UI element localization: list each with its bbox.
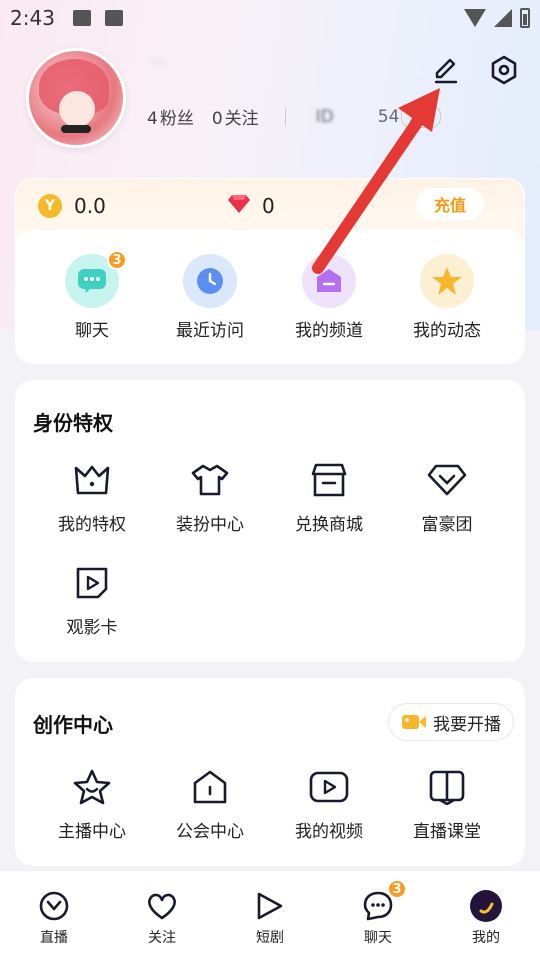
play-card-icon bbox=[70, 561, 114, 605]
creation-label: 主播中心 bbox=[58, 822, 126, 842]
chat-bubble-icon: 3 bbox=[361, 879, 407, 923]
star-icon bbox=[420, 254, 474, 308]
tab-mine[interactable]: 我的 bbox=[451, 889, 521, 947]
creation-guild-center[interactable]: 公会中心 bbox=[155, 765, 265, 842]
house-icon bbox=[188, 765, 232, 809]
coin-icon: Y bbox=[38, 194, 62, 218]
profile-stats: 4 粉丝 0 关注 ID 54 复制 bbox=[147, 104, 442, 129]
privilege-label: 我的特权 bbox=[58, 515, 126, 535]
creation-label: 公会中心 bbox=[176, 822, 244, 842]
wifi-icon bbox=[464, 9, 486, 27]
privilege-movie-card[interactable]: 观影卡 bbox=[37, 561, 147, 638]
quick-action-chat[interactable]: 3 聊天 bbox=[37, 250, 147, 341]
quick-action-my-channel[interactable]: 我的频道 bbox=[274, 254, 384, 341]
user-id-blurred: ID bbox=[315, 106, 334, 127]
quick-action-label: 聊天 bbox=[75, 321, 109, 341]
creation-title: 创作中心 bbox=[33, 713, 113, 737]
heart-icon bbox=[145, 889, 179, 923]
fans-count: 4 bbox=[147, 109, 158, 129]
diamond-icon bbox=[228, 194, 250, 218]
quick-action-label: 我的频道 bbox=[295, 321, 363, 341]
privilege-label: 装扮中心 bbox=[176, 515, 244, 535]
quick-action-recent-visits[interactable]: 最近访问 bbox=[155, 254, 265, 341]
username-blurred: ··· bbox=[150, 52, 166, 71]
privilege-my-privileges[interactable]: 我的特权 bbox=[37, 458, 147, 535]
shirt-icon bbox=[188, 458, 232, 502]
copy-id-button[interactable]: 复制 bbox=[401, 105, 442, 128]
tab-live[interactable]: 直播 bbox=[19, 889, 89, 947]
creation-anchor-center[interactable]: 主播中心 bbox=[37, 765, 147, 842]
quick-action-label: 最近访问 bbox=[176, 321, 244, 341]
bottom-tab-bar: 直播 关注 短剧 3 聊天 我的 bbox=[0, 870, 540, 960]
tab-label: 直播 bbox=[40, 930, 68, 946]
fans-stat[interactable]: 4 粉丝 bbox=[147, 104, 194, 129]
diamond-balance: 0 bbox=[262, 194, 275, 218]
battery-icon bbox=[520, 8, 530, 28]
creation-live-classroom[interactable]: 直播课堂 bbox=[392, 765, 502, 842]
tab-label: 我的 bbox=[472, 930, 500, 946]
quick-action-my-moments[interactable]: 我的动态 bbox=[392, 254, 502, 341]
divider bbox=[284, 107, 286, 126]
follow-label: 关注 bbox=[224, 109, 259, 129]
chat-badge: 3 bbox=[107, 250, 127, 270]
video-icon bbox=[307, 765, 351, 809]
creation-label: 我的视频 bbox=[295, 822, 363, 842]
privilege-exchange-store[interactable]: 兑换商城 bbox=[274, 458, 384, 535]
privileges-title: 身份特权 bbox=[33, 411, 113, 435]
privilege-outfit-center[interactable]: 装扮中心 bbox=[155, 458, 265, 535]
status-time: 2:43 bbox=[10, 6, 55, 30]
privilege-label: 富豪团 bbox=[421, 515, 473, 535]
avatar[interactable] bbox=[26, 48, 126, 148]
store-icon bbox=[307, 458, 351, 502]
book-icon bbox=[425, 765, 469, 809]
a-notification-icon bbox=[104, 10, 123, 26]
coin-balance: 0.0 bbox=[74, 194, 106, 218]
play-icon bbox=[253, 889, 287, 923]
start-live-button[interactable]: 我要开播 bbox=[388, 703, 514, 741]
tab-chat[interactable]: 3 聊天 bbox=[343, 879, 413, 947]
user-id-tail: 54 bbox=[377, 106, 400, 127]
follow-stat[interactable]: 0 关注 bbox=[212, 104, 259, 129]
chat-icon: 3 bbox=[65, 250, 127, 308]
start-live-label: 我要开播 bbox=[433, 714, 501, 734]
video-camera-icon bbox=[402, 715, 426, 729]
tab-label: 短剧 bbox=[256, 930, 284, 946]
privilege-label: 兑换商城 bbox=[295, 515, 363, 535]
live-icon bbox=[37, 889, 71, 923]
privilege-label: 观影卡 bbox=[66, 618, 118, 638]
profile-avatar-icon bbox=[469, 889, 503, 923]
channel-icon bbox=[302, 254, 356, 308]
gear-icon bbox=[491, 55, 517, 85]
creation-label: 直播课堂 bbox=[413, 822, 481, 842]
fans-label: 粉丝 bbox=[159, 109, 194, 129]
signal-icon bbox=[494, 9, 512, 27]
pencil-icon bbox=[434, 58, 458, 84]
settings-button[interactable] bbox=[486, 52, 522, 88]
quick-action-label: 我的动态 bbox=[413, 321, 481, 341]
creation-my-videos[interactable]: 我的视频 bbox=[274, 765, 384, 842]
tab-label: 关注 bbox=[148, 930, 176, 946]
recharge-button[interactable]: 充值 bbox=[416, 188, 484, 220]
gallery-icon bbox=[72, 10, 91, 26]
crown-icon bbox=[70, 458, 114, 502]
clock-icon bbox=[183, 254, 237, 308]
follow-count: 0 bbox=[211, 109, 223, 129]
edit-profile-button[interactable] bbox=[428, 52, 464, 88]
star-outline-icon bbox=[70, 765, 114, 809]
tab-chat-badge: 3 bbox=[387, 879, 407, 899]
tab-short-drama[interactable]: 短剧 bbox=[235, 889, 305, 947]
tab-label: 聊天 bbox=[364, 930, 392, 946]
gem-icon bbox=[425, 458, 469, 502]
status-bar: 2:43 bbox=[0, 0, 540, 36]
tab-follow[interactable]: 关注 bbox=[127, 889, 197, 947]
privilege-rich-club[interactable]: 富豪团 bbox=[392, 458, 502, 535]
